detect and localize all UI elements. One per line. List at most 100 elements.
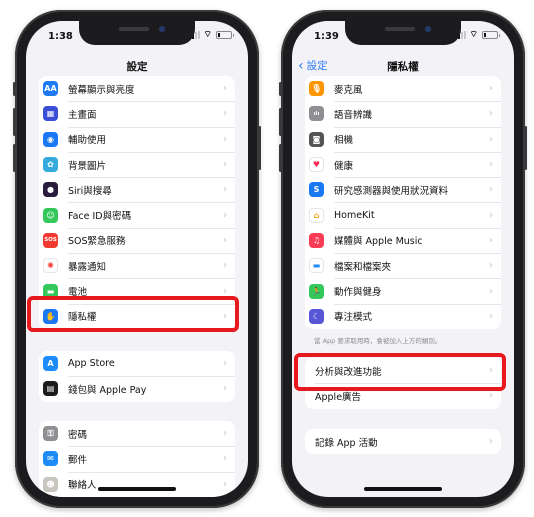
contacts-icon: ☻ (43, 476, 58, 492)
row-label: 郵件 (68, 454, 88, 466)
volume-up-button (13, 108, 16, 136)
chevron-right-icon: › (489, 390, 493, 402)
row-label: 相機 (334, 135, 354, 147)
status-time: 1:39 (314, 31, 339, 42)
chevron-right-icon: › (223, 428, 227, 440)
display-brightness-icon: AA (43, 81, 58, 97)
settings-row-folder[interactable]: ▬ 檔案和檔案夾 › (305, 253, 501, 278)
battery-status-icon (216, 31, 234, 39)
settings-row-face-id[interactable]: ☺ Face ID與密碼 › (39, 202, 235, 227)
settings-row-exposure-notification[interactable]: ✺ 暴露通知 › (39, 253, 235, 278)
chevron-right-icon: › (223, 209, 227, 221)
home-indicator[interactable] (364, 487, 442, 491)
settings-row-wallpaper[interactable]: ✿ 背景圖片 › (39, 151, 235, 177)
face-id-icon: ☺ (43, 207, 58, 223)
settings-row-microphone[interactable]: 🎙 麥克風 › (305, 76, 501, 101)
chevron-right-icon: › (223, 108, 227, 120)
page-title: 隱私權 (387, 61, 419, 73)
settings-row-research-sensor[interactable]: S 研究感測器與使用狀況資料 › (305, 177, 501, 202)
wallet-icon: ▤ (43, 381, 58, 397)
row-label: 暴露通知 (68, 261, 107, 273)
chevron-right-icon: › (489, 83, 493, 95)
exposure-notification-icon: ✺ (43, 258, 58, 274)
permissions-footnote: 當 App 要求取用時，會被加入上方的類別。 (314, 337, 442, 345)
chevron-right-icon: › (223, 383, 227, 395)
row-label: Face ID與密碼 (68, 211, 132, 223)
music-icon: ♫ (309, 232, 324, 248)
battery-status-icon (482, 31, 500, 39)
microphone-icon: 🎙 (309, 81, 324, 97)
settings-group-general: AA 螢幕顯示與亮度 › ▦ 主畫面 › ◉ 輔助使用 › ✿ 背景圖片 › ● Siri與搜尋 › ☺ Fac… (39, 76, 235, 329)
settings-row-home-screen[interactable]: ▦ 主畫面 › (39, 101, 235, 126)
settings-row-wallet[interactable]: ▤ 錢包與 Apple Pay › (39, 376, 235, 401)
screen: 1:38 ⌔ 設定 AA 螢幕顯示與亮度 › ▦ 主畫面 › ◉ 輔助使用 › ✿ 背景圖片 › ● Si… (26, 21, 248, 497)
chevron-right-icon: › (223, 358, 227, 370)
privacy-group-app-activity: 記錄 App 活動 › (305, 429, 501, 455)
settings-row-mail[interactable]: ✉ 郵件 › (39, 446, 235, 471)
chevron-right-icon: › (223, 83, 227, 95)
home-indicator[interactable] (98, 487, 176, 491)
settings-row-health[interactable]: ♥ 健康 › (305, 151, 501, 177)
row-label: 語音辨識 (334, 109, 373, 121)
row-label: 輔助使用 (68, 135, 107, 147)
siri-icon: ● (43, 182, 58, 198)
settings-row-display-brightness[interactable]: AA 螢幕顯示與亮度 › (39, 76, 235, 101)
settings-group-accounts: ⚿ 密碼 › ✉ 郵件 › ☻ 聯絡人 › (39, 421, 235, 497)
privacy-list[interactable]: 🎙 麥克風 › ılı 語音辨識 › ◙ 相機 › ♥ 健康 › S 研究感測器與使用狀況資料 › ⌂ Home… (292, 76, 514, 497)
settings-row-key[interactable]: ⚿ 密碼 › (39, 421, 235, 446)
chevron-right-icon: › (223, 453, 227, 465)
settings-row-sos[interactable]: SOS SOS緊急服務 › (39, 227, 235, 253)
power-button (258, 126, 261, 170)
chevron-right-icon: › (489, 260, 493, 272)
settings-row-app[interactable]: 記錄 App 活動 › (305, 429, 501, 454)
chevron-right-icon: › (489, 133, 493, 145)
settings-row-app-store[interactable]: A App Store › (39, 351, 235, 376)
chevron-right-icon: › (223, 260, 227, 272)
phone-left-settings: 1:38 ⌔ 設定 AA 螢幕顯示與亮度 › ▦ 主畫面 › ◉ 輔助使用 › ✿ 背景圖片 › ● Si… (13, 10, 261, 508)
settings-list[interactable]: AA 螢幕顯示與亮度 › ▦ 主畫面 › ◉ 輔助使用 › ✿ 背景圖片 › ● Siri與搜尋 › ☺ Fac… (26, 76, 248, 497)
notch (79, 21, 195, 45)
homekit-icon: ⌂ (309, 207, 324, 223)
health-icon: ♥ (309, 157, 324, 173)
wallpaper-icon: ✿ (43, 157, 58, 173)
folder-icon: ▬ (309, 258, 324, 274)
chevron-right-icon: › (489, 285, 493, 297)
settings-row-camera[interactable]: ◙ 相機 › (305, 126, 501, 152)
focus-moon-icon: ☾ (309, 308, 324, 324)
row-label: 背景圖片 (68, 160, 107, 172)
chevron-right-icon: › (489, 234, 493, 246)
volume-up-button (279, 108, 282, 136)
settings-row-speech-recognition[interactable]: ılı 語音辨識 › (305, 101, 501, 126)
chevron-right-icon: › (489, 108, 493, 120)
chevron-right-icon: › (489, 310, 493, 322)
row-label: SOS緊急服務 (68, 236, 126, 248)
settings-row-music[interactable]: ♫ 媒體與 Apple Music › (305, 227, 501, 253)
privacy-group-permissions: 🎙 麥克風 › ılı 語音辨識 › ◙ 相機 › ♥ 健康 › S 研究感測器與使用狀況資料 › ⌂ Home… (305, 76, 501, 329)
chevron-right-icon: › (223, 234, 227, 246)
key-icon: ⚿ (43, 426, 58, 442)
row-label: 螢幕顯示與亮度 (68, 84, 135, 96)
settings-row-contacts[interactable]: ☻ 聯絡人 › (39, 471, 235, 497)
row-label: 麥克風 (334, 84, 363, 96)
phone-right-privacy: 1:39 ⌔ ‹ 設定 隱私權 🎙 麥克風 › ılı 語音辨識 › ◙ 相機 › ♥ 健康 › S 研究… (279, 10, 527, 508)
settings-row-focus-moon[interactable]: ☾ 專注模式 › (305, 303, 501, 329)
settings-row-motion-fitness[interactable]: 🏃 動作與健身 › (305, 278, 501, 303)
row-label: 記錄 App 活動 (315, 437, 378, 449)
highlight-privacy (27, 296, 239, 332)
sos-icon: SOS (43, 232, 58, 248)
row-label: 動作與健身 (334, 287, 382, 299)
wifi-icon: ⌔ (203, 30, 212, 40)
chevron-right-icon: › (223, 133, 227, 145)
power-button (524, 126, 527, 170)
speech-recognition-icon: ılı (309, 106, 324, 122)
row-label: 錢包與 Apple Pay (68, 384, 147, 396)
accessibility-icon: ◉ (43, 131, 58, 147)
wifi-icon: ⌔ (469, 30, 478, 40)
row-label: 健康 (334, 160, 354, 172)
settings-row-siri[interactable]: ● Siri與搜尋 › (39, 177, 235, 202)
silent-switch (279, 82, 282, 96)
settings-row-homekit[interactable]: ⌂ HomeKit › (305, 202, 501, 227)
settings-row-accessibility[interactable]: ◉ 輔助使用 › (39, 126, 235, 152)
row-label: 檔案和檔案夾 (334, 261, 392, 273)
page-title: 設定 (126, 61, 148, 73)
